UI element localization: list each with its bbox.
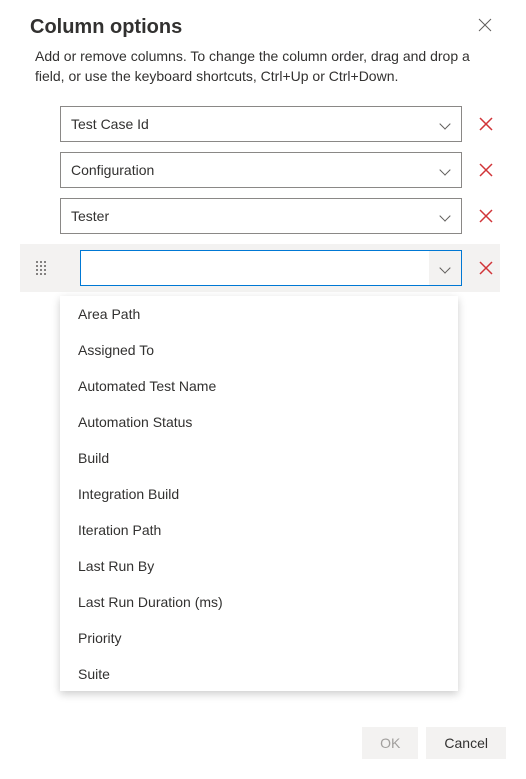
- cancel-button[interactable]: Cancel: [426, 727, 506, 759]
- dropdown-item[interactable]: Suite: [60, 656, 458, 691]
- remove-icon: [478, 116, 494, 132]
- dropdown-item[interactable]: Area Path: [60, 296, 458, 332]
- drag-handle-icon[interactable]: [36, 258, 48, 278]
- dialog-footer: OK Cancel: [362, 727, 506, 759]
- column-row: Test Case Id: [20, 106, 500, 142]
- chevron-down-icon: [439, 210, 451, 222]
- column-combo[interactable]: Configuration: [60, 152, 462, 188]
- column-row: Tester: [20, 198, 500, 234]
- dropdown-item[interactable]: Last Run Duration (ms): [60, 584, 458, 620]
- dropdown-item[interactable]: Integration Build: [60, 476, 458, 512]
- dropdown-toggle-button[interactable]: [429, 251, 461, 285]
- column-search-input[interactable]: [81, 251, 429, 285]
- column-dropdown-list[interactable]: Area Path Assigned To Automated Test Nam…: [60, 296, 458, 691]
- close-icon: [478, 18, 492, 32]
- dropdown-item[interactable]: Assigned To: [60, 332, 458, 368]
- dropdown-item[interactable]: Last Run By: [60, 548, 458, 584]
- chevron-down-icon: [439, 118, 451, 130]
- remove-column-button[interactable]: [472, 158, 500, 182]
- column-value: Test Case Id: [71, 116, 439, 132]
- dialog-description: Add or remove columns. To change the col…: [0, 39, 526, 106]
- dropdown-item[interactable]: Build: [60, 440, 458, 476]
- remove-column-button[interactable]: [472, 256, 500, 280]
- close-button[interactable]: [474, 16, 496, 37]
- dialog-title: Column options: [30, 16, 182, 39]
- column-row: Configuration: [20, 152, 500, 188]
- column-combo-active[interactable]: [80, 250, 462, 286]
- remove-column-button[interactable]: [472, 112, 500, 136]
- column-combo[interactable]: Tester: [60, 198, 462, 234]
- dropdown-item[interactable]: Priority: [60, 620, 458, 656]
- chevron-down-icon: [439, 262, 451, 274]
- ok-button[interactable]: OK: [362, 727, 418, 759]
- column-row-active: [20, 244, 500, 292]
- dropdown-item[interactable]: Automated Test Name: [60, 368, 458, 404]
- column-combo[interactable]: Test Case Id: [60, 106, 462, 142]
- remove-icon: [478, 260, 494, 276]
- column-value: Tester: [71, 208, 439, 224]
- dropdown-item[interactable]: Automation Status: [60, 404, 458, 440]
- remove-icon: [478, 162, 494, 178]
- column-value: Configuration: [71, 162, 439, 178]
- dropdown-item[interactable]: Iteration Path: [60, 512, 458, 548]
- remove-icon: [478, 208, 494, 224]
- remove-column-button[interactable]: [472, 204, 500, 228]
- chevron-down-icon: [439, 164, 451, 176]
